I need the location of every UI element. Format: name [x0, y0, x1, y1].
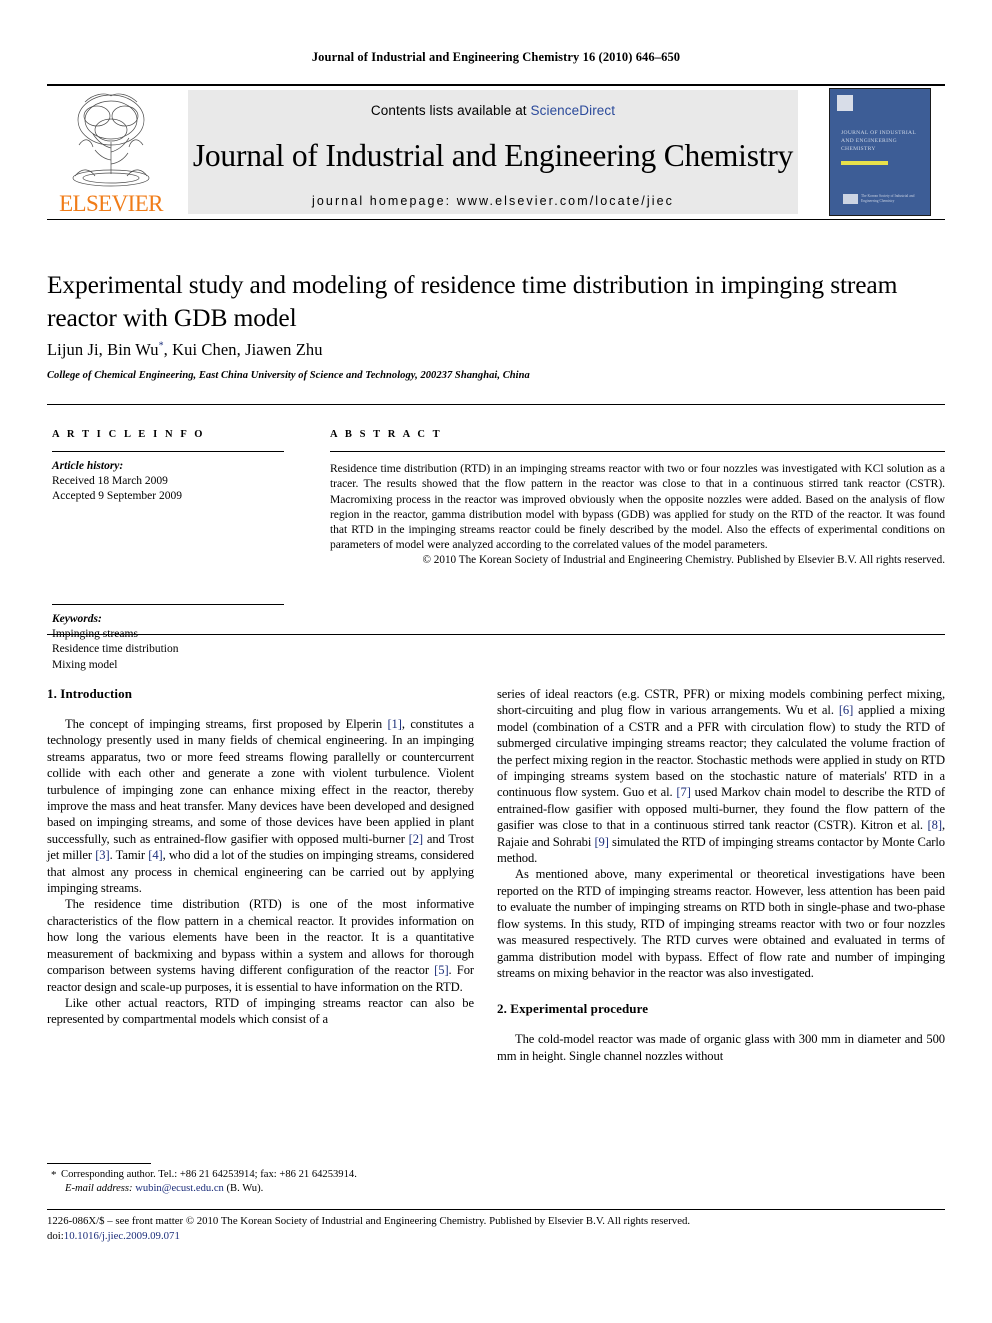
elsevier-wordmark: ELSEVIER	[59, 191, 163, 216]
abstract-rule	[330, 451, 945, 452]
authors-tail: , Kui Chen, Jiawen Zhu	[163, 340, 323, 359]
article-info-column: A R T I C L E I N F O Article history: R…	[52, 429, 284, 505]
article-info-rule	[52, 451, 284, 452]
cover-society-icon	[843, 194, 858, 204]
paragraph-intro-5: As mentioned above, many experimental or…	[497, 867, 945, 980]
paragraph-intro-3: Like other actual reactors, RTD of impin…	[47, 995, 474, 1027]
paragraph-intro-2: The residence time distribution (RTD) is…	[47, 896, 474, 994]
doi-label: doi:	[47, 1229, 64, 1242]
corresponding-author-email-line: E-mail address: wubin@ecust.edu.cn (B. W…	[47, 1182, 477, 1196]
citation-link[interactable]: [3]	[95, 848, 109, 862]
paper-page: Journal of Industrial and Engineering Ch…	[0, 0, 992, 1323]
article-info-heading: A R T I C L E I N F O	[52, 429, 206, 440]
citation-link[interactable]: [2]	[409, 832, 423, 846]
body-column-right: series of ideal reactors (e.g. CSTR, PFR…	[497, 686, 945, 1064]
doi-line: doi:10.1016/j.jiec.2009.09.071	[47, 1229, 945, 1244]
issn-copyright-line: 1226-086X/$ – see front matter © 2010 Th…	[47, 1215, 691, 1227]
citation-link[interactable]: [7]	[676, 785, 690, 799]
abstract-heading: A B S T R A C T	[330, 429, 443, 440]
journal-title: Journal of Industrial and Engineering Ch…	[192, 138, 794, 173]
cover-accent-bar	[841, 161, 888, 165]
footnote-rule	[47, 1163, 151, 1164]
citation-link[interactable]: [6]	[839, 703, 853, 717]
running-head: Journal of Industrial and Engineering Ch…	[311, 50, 681, 64]
keywords-label: Keywords:	[52, 613, 102, 625]
journal-cover-thumbnail: JOURNAL OF INDUSTRIAL AND ENGINEERING CH…	[829, 88, 931, 216]
elsevier-tree-icon	[55, 90, 167, 190]
title-bottom-rule	[47, 404, 945, 406]
abstract-bottom-rule	[47, 634, 945, 636]
journal-masthead: ELSEVIER Contents lists available at Sci…	[47, 88, 945, 216]
cover-elsevier-icon	[837, 95, 853, 111]
keywords-block: Keywords: Impinging streams Residence ti…	[52, 612, 284, 673]
sciencedirect-link[interactable]: ScienceDirect	[531, 103, 616, 118]
citation-link[interactable]: [4]	[148, 848, 162, 862]
email-owner: (B. Wu).	[226, 1182, 264, 1194]
article-history-label: Article history:	[52, 460, 124, 472]
text-run: The concept of impinging streams, first …	[65, 717, 388, 731]
section-heading-experimental: 2. Experimental procedure	[497, 1001, 649, 1017]
journal-banner: Contents lists available at ScienceDirec…	[188, 90, 798, 214]
article-history: Article history: Received 18 March 2009 …	[52, 459, 284, 505]
keyword-item: Mixing model	[52, 658, 118, 671]
cover-society-text: The Korean Society of Industrial and Eng…	[861, 194, 915, 203]
contents-prefix: Contents lists available at	[370, 103, 531, 118]
abstract-copyright: © 2010 The Korean Society of Industrial …	[422, 553, 945, 566]
author-list: Lijun Ji, Bin Wu*, Kui Chen, Jiawen Zhu	[47, 340, 927, 360]
body-column-left: 1. Introduction The concept of impinging…	[47, 686, 474, 1028]
text-run: The residence time distribution (RTD) is…	[47, 897, 474, 978]
received-date: Received 18 March 2009	[52, 475, 168, 488]
keywords-divider-rule	[52, 604, 284, 605]
abstract-column: A B S T R A C T Residence time distribut…	[330, 429, 945, 568]
accepted-date: Accepted 9 September 2009	[52, 490, 182, 503]
cover-society-block: The Korean Society of Industrial and Eng…	[843, 194, 923, 206]
paragraph-experimental-1: The cold-model reactor was made of organ…	[497, 1032, 945, 1063]
footer-block: 1226-086X/$ – see front matter © 2010 Th…	[47, 1214, 945, 1243]
citation-link[interactable]: [1]	[387, 717, 401, 731]
paragraph-intro-4: series of ideal reactors (e.g. CSTR, PFR…	[497, 686, 945, 866]
affiliation: College of Chemical Engineering, East Ch…	[47, 370, 530, 381]
header-rule	[47, 84, 945, 86]
keyword-item: Residence time distribution	[52, 643, 179, 656]
paragraph-intro-1: The concept of impinging streams, first …	[47, 716, 474, 896]
text-run: . Tamir	[109, 848, 149, 863]
page-title: Experimental study and modeling of resid…	[47, 270, 898, 332]
text-run: , constitutes a technology presently use…	[47, 717, 474, 846]
elsevier-logo: ELSEVIER	[47, 88, 175, 216]
footnote-marker: *	[51, 1169, 57, 1181]
authors-head: Lijun Ji, Bin Wu	[47, 340, 159, 359]
contents-line: Contents lists available at ScienceDirec…	[188, 90, 798, 118]
footnote-block: * Corresponding author. Tel.: +86 21 642…	[47, 1168, 477, 1195]
email-link[interactable]: wubin@ecust.edu.cn	[135, 1183, 224, 1194]
cover-title: JOURNAL OF INDUSTRIAL AND ENGINEERING CH…	[841, 130, 916, 152]
corresponding-author-contact: Corresponding author. Tel.: +86 21 64253…	[61, 1169, 357, 1180]
abstract-text: Residence time distribution (RTD) in an …	[330, 462, 945, 552]
citation-link[interactable]: [5]	[434, 963, 448, 977]
citation-link[interactable]: [8]	[928, 818, 942, 832]
citation-link[interactable]: [9]	[594, 835, 608, 849]
masthead-bottom-rule	[47, 219, 945, 221]
section-heading-introduction: 1. Introduction	[47, 686, 133, 701]
doi-link[interactable]: 10.1016/j.jiec.2009.09.071	[64, 1230, 180, 1242]
footer-rule	[47, 1209, 945, 1210]
journal-homepage[interactable]: journal homepage: www.elsevier.com/locat…	[188, 194, 798, 208]
email-label: E-mail address:	[65, 1182, 133, 1194]
